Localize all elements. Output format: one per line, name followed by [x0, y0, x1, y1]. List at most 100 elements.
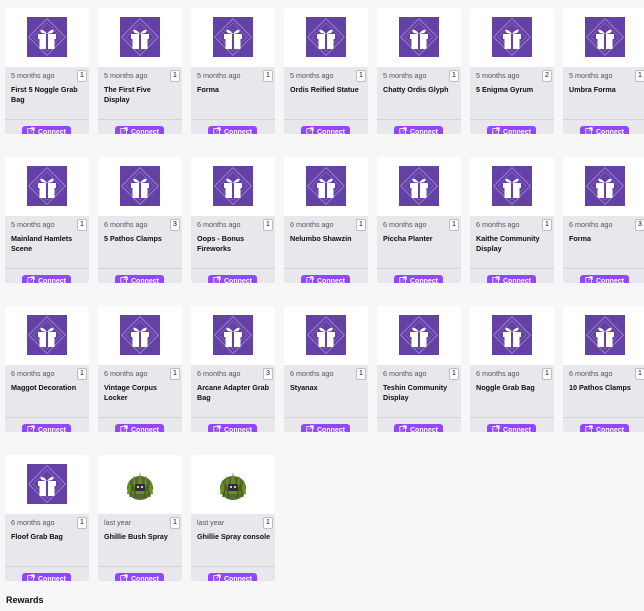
- reward-card: 5 months ago 1 Umbra Forma Connect: [563, 8, 644, 134]
- reward-title: Ordis Reified Statue: [290, 85, 359, 94]
- reward-count-badge: 1: [356, 368, 366, 380]
- connect-button-label: Connect: [224, 278, 252, 283]
- reward-card: 6 months ago 1 Maggot Decoration Connect: [5, 306, 89, 432]
- connect-button[interactable]: Connect: [22, 573, 71, 581]
- reward-count-badge: 3: [635, 219, 644, 231]
- external-link-icon: [27, 425, 38, 432]
- connect-button-label: Connect: [38, 278, 66, 283]
- reward-thumbnail: [377, 8, 461, 67]
- card-divider: [470, 119, 554, 120]
- reward-count-badge: 1: [77, 219, 87, 231]
- connect-button-label: Connect: [503, 427, 531, 432]
- connect-button[interactable]: Connect: [208, 424, 257, 432]
- connect-button[interactable]: Connect: [208, 275, 257, 283]
- card-divider: [377, 119, 461, 120]
- card-divider: [98, 268, 182, 269]
- connect-button-label: Connect: [503, 278, 531, 283]
- reward-claimed-time: 6 months ago: [197, 220, 241, 229]
- card-divider: [5, 566, 89, 567]
- gift-icon: [27, 464, 67, 504]
- connect-button[interactable]: Connect: [115, 424, 164, 432]
- reward-title: Forma: [569, 234, 591, 243]
- reward-claimed-time: 5 months ago: [197, 71, 241, 80]
- gift-icon: [585, 17, 625, 57]
- connect-button[interactable]: Connect: [115, 275, 164, 283]
- reward-count-badge: 1: [77, 70, 87, 82]
- connect-button[interactable]: Connect: [580, 126, 629, 134]
- gift-icon: [27, 166, 67, 206]
- reward-claimed-time: 6 months ago: [104, 369, 148, 378]
- card-divider: [563, 268, 644, 269]
- connect-button[interactable]: Connect: [394, 424, 443, 432]
- reward-thumbnail: [470, 306, 554, 365]
- connect-button-label: Connect: [317, 427, 345, 432]
- reward-thumbnail: [470, 8, 554, 67]
- gift-icon: [306, 17, 346, 57]
- connect-button[interactable]: Connect: [487, 424, 536, 432]
- reward-card: 5 months ago 1 Mainland Hamlets Scene Co…: [5, 157, 89, 283]
- external-link-icon: [492, 276, 503, 283]
- connect-button-label: Connect: [38, 129, 66, 134]
- reward-thumbnail: [284, 157, 368, 216]
- card-divider: [191, 417, 275, 418]
- connect-button[interactable]: Connect: [580, 275, 629, 283]
- gift-icon: [399, 17, 439, 57]
- reward-count-badge: 1: [77, 517, 87, 529]
- reward-claimed-time: 5 months ago: [569, 71, 613, 80]
- card-divider: [5, 268, 89, 269]
- connect-button[interactable]: Connect: [394, 126, 443, 134]
- reward-claimed-time: 5 months ago: [476, 71, 520, 80]
- connect-button[interactable]: Connect: [22, 275, 71, 283]
- connect-button-label: Connect: [224, 129, 252, 134]
- connect-button-label: Connect: [410, 427, 438, 432]
- connect-button[interactable]: Connect: [115, 573, 164, 581]
- reward-thumbnail: [284, 8, 368, 67]
- reward-thumbnail: [377, 306, 461, 365]
- reward-thumbnail: [191, 306, 275, 365]
- external-link-icon: [27, 276, 38, 283]
- external-link-icon: [120, 127, 131, 134]
- ghillie-bush-icon: [120, 464, 160, 504]
- connect-button[interactable]: Connect: [487, 275, 536, 283]
- connect-button[interactable]: Connect: [208, 126, 257, 134]
- reward-count-badge: 1: [263, 517, 273, 529]
- connect-button[interactable]: Connect: [208, 573, 257, 581]
- connect-button[interactable]: Connect: [301, 126, 350, 134]
- reward-title: First 5 Noggle Grab Bag: [11, 85, 78, 104]
- reward-claimed-time: 5 months ago: [104, 71, 148, 80]
- connect-button-label: Connect: [503, 129, 531, 134]
- connect-button-label: Connect: [224, 576, 252, 581]
- connect-button[interactable]: Connect: [580, 424, 629, 432]
- reward-card: 5 months ago 2 5 Enigma Gyrum Connect: [470, 8, 554, 134]
- external-link-icon: [27, 127, 38, 134]
- reward-title: Piccha Planter: [383, 234, 433, 243]
- reward-title: Ghillie Spray console: [197, 532, 271, 541]
- reward-count-badge: 3: [263, 368, 273, 380]
- reward-claimed-time: 6 months ago: [476, 369, 520, 378]
- connect-button[interactable]: Connect: [22, 424, 71, 432]
- reward-title: Oops - Bonus Fireworks: [197, 234, 245, 253]
- reward-title: Floof Grab Bag: [11, 532, 63, 541]
- connect-button[interactable]: Connect: [115, 126, 164, 134]
- reward-title: 10 Pathos Clamps: [569, 383, 631, 392]
- connect-button[interactable]: Connect: [22, 126, 71, 134]
- connect-button[interactable]: Connect: [487, 126, 536, 134]
- external-link-icon: [120, 574, 131, 581]
- gift-icon: [27, 17, 67, 57]
- connect-button[interactable]: Connect: [394, 275, 443, 283]
- external-link-icon: [399, 425, 410, 432]
- reward-card: 6 months ago 1 Noggle Grab Bag Connect: [470, 306, 554, 432]
- external-link-icon: [306, 276, 317, 283]
- connect-button[interactable]: Connect: [301, 424, 350, 432]
- reward-claimed-time: 5 months ago: [290, 71, 334, 80]
- reward-count-badge: 1: [263, 70, 273, 82]
- reward-count-badge: 1: [356, 70, 366, 82]
- card-divider: [191, 566, 275, 567]
- reward-title: Forma: [197, 85, 219, 94]
- reward-thumbnail: [563, 306, 644, 365]
- connect-button[interactable]: Connect: [301, 275, 350, 283]
- reward-card: last year 1 Ghillie Spray console Connec…: [191, 455, 275, 581]
- reward-count-badge: 1: [170, 368, 180, 380]
- reward-claimed-time: 5 months ago: [11, 71, 55, 80]
- rewards-grid: 5 months ago 1 First 5 Noggle Grab Bag C…: [0, 0, 644, 590]
